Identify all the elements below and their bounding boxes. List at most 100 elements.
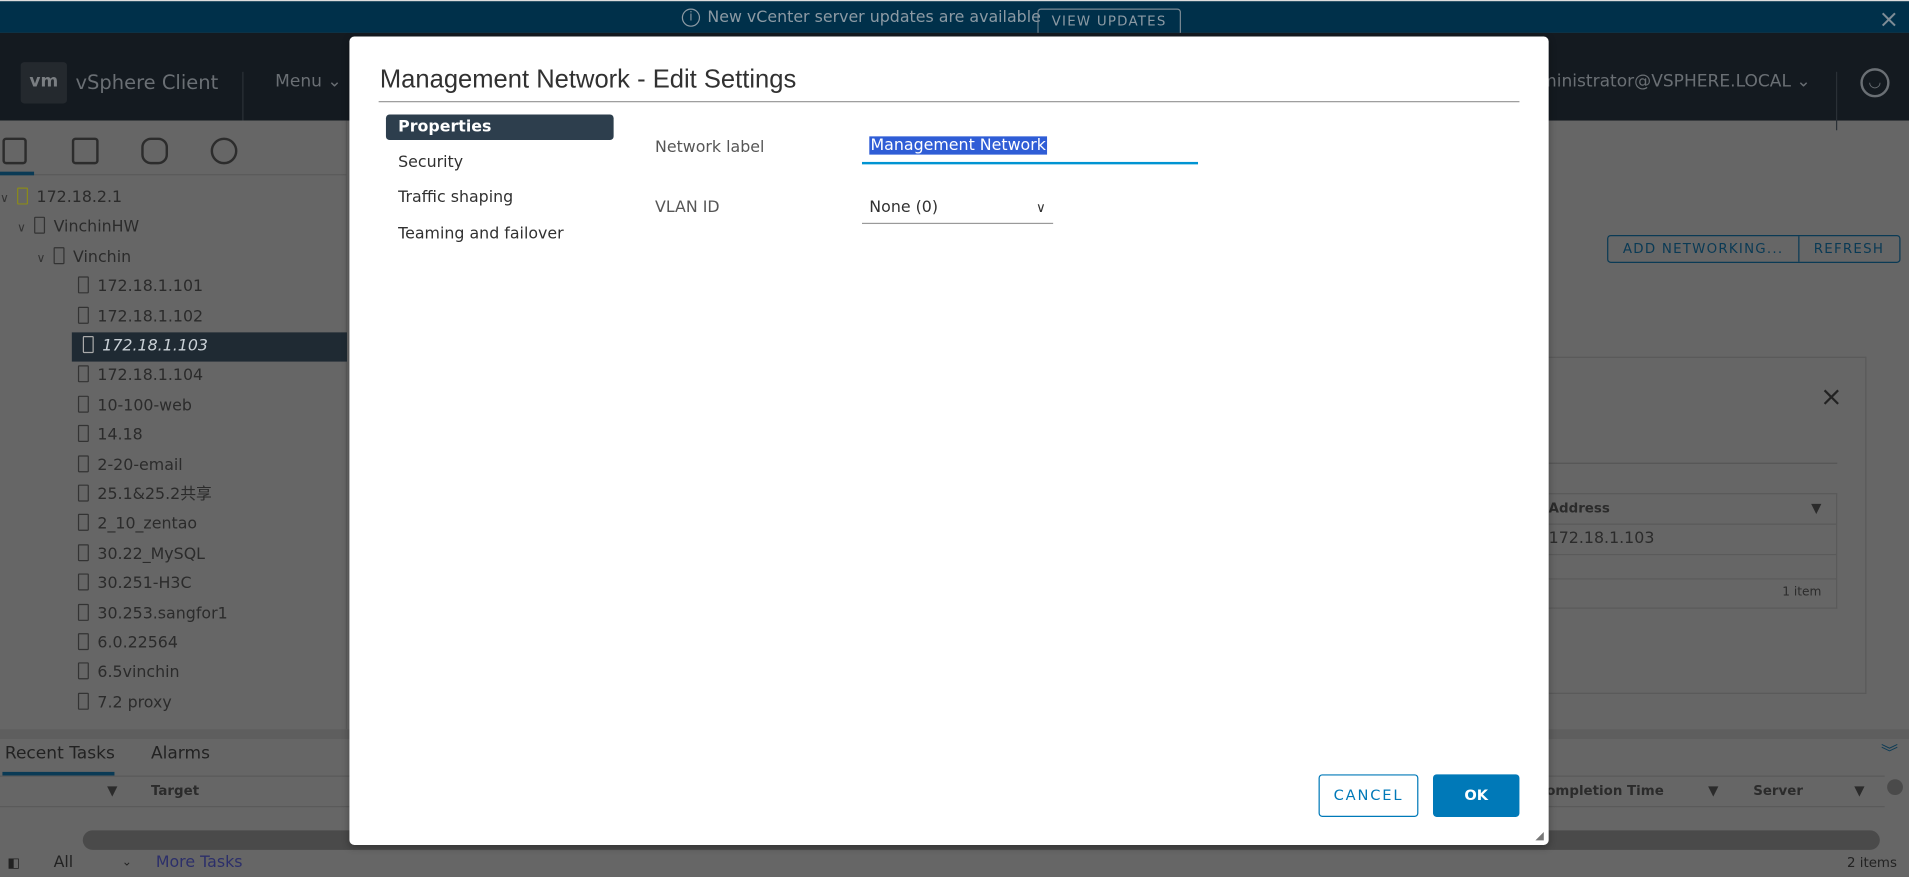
hosts-clusters-icon[interactable] — [2, 137, 27, 165]
tree-item[interactable]: 30.22_MySQL — [0, 540, 347, 569]
tasks-footer: ◧ All ⌄ More Tasks 2 items — [0, 851, 1909, 877]
refresh-button[interactable]: REFRESH — [1797, 236, 1899, 262]
tree-item[interactable]: 30.253.sangfor1 — [0, 600, 347, 629]
host-icon — [82, 336, 94, 354]
nav-teaming-failover[interactable]: Teaming and failover — [386, 222, 614, 248]
networking-icon[interactable] — [210, 137, 238, 165]
view-updates-button[interactable]: VIEW UPDATES — [1037, 8, 1181, 35]
host-icon — [77, 365, 89, 383]
banner-message: i New vCenter server updates are availabl… — [681, 8, 1041, 27]
dialog-title: Management Network - Edit Settings — [379, 65, 797, 94]
vm-icon — [77, 425, 89, 443]
items-count: 2 items — [1846, 854, 1897, 871]
nav-security[interactable]: Security — [386, 150, 614, 176]
tree-item[interactable]: 6.0.22564 — [0, 629, 347, 658]
column-address: Address — [1548, 500, 1610, 517]
vm-icon — [77, 395, 89, 413]
add-networking-button[interactable]: ADD NETWORKING... — [1608, 236, 1798, 262]
tree-item[interactable]: 2-20-email — [0, 451, 347, 480]
more-tasks-link[interactable]: More Tasks — [156, 851, 243, 875]
nav-traffic-shaping[interactable]: Traffic shaping — [386, 185, 614, 211]
close-icon[interactable]: × — [1820, 382, 1842, 412]
chevron-down-icon[interactable]: ∨ — [0, 185, 17, 214]
network-label-label: Network label — [655, 138, 765, 158]
active-tab-indicator — [0, 171, 35, 176]
divider — [378, 101, 1520, 103]
tree-item[interactable]: ∨ 172.18.2.1 — [0, 184, 347, 213]
tree-item[interactable]: 7.2 proxy — [0, 689, 347, 718]
tab-recent-tasks[interactable]: Recent Tasks — [5, 744, 115, 763]
tree-item-label: Vinchin — [73, 248, 132, 267]
scrollbar-thumb[interactable] — [1887, 779, 1903, 796]
network-label-input[interactable]: Management Network — [861, 136, 1199, 165]
vm-icon — [77, 633, 89, 651]
table-row[interactable]: 172.18.1.103 — [1548, 525, 1836, 556]
app-name: vSphere Client — [75, 70, 219, 94]
tree-item[interactable]: 25.1&25.2共享 — [0, 481, 347, 510]
divider — [1548, 462, 1838, 464]
filter-icon[interactable]: ▼ — [107, 777, 117, 806]
tree-item[interactable]: 30.251-H3C — [0, 570, 347, 599]
cancel-button[interactable]: CANCEL — [1318, 774, 1419, 817]
tree-item-label: 30.253.sangfor1 — [97, 604, 228, 623]
banner-text: New vCenter server updates are available — [707, 8, 1041, 27]
chevron-down-icon[interactable]: ∨ — [37, 244, 54, 273]
edit-settings-dialog: Management Network - Edit Settings Prope… — [349, 36, 1549, 845]
chevron-down-icon: ⌄ — [1796, 71, 1811, 92]
column-target: Target — [150, 782, 200, 799]
resize-handle-icon[interactable]: ◢ — [1535, 830, 1543, 842]
tree-item[interactable]: 172.18.1.102 — [0, 303, 347, 332]
close-banner-icon[interactable]: × — [1879, 4, 1899, 33]
tree-item[interactable]: 172.18.1.104 — [0, 362, 347, 391]
menu-dropdown[interactable]: Menu ⌄ — [275, 72, 342, 91]
tree-item[interactable]: 6.5vinchin — [0, 659, 347, 688]
tree-item[interactable]: 2_10_zentao — [0, 511, 347, 540]
vlan-id-value: None (0) — [869, 198, 939, 217]
tree-item-label: 14.18 — [97, 426, 143, 445]
menu-label: Menu — [275, 71, 322, 92]
tree-item[interactable]: 10-100-web — [0, 392, 347, 421]
filter-icon[interactable]: ▼ — [1708, 777, 1718, 806]
filter-icon[interactable]: ▼ — [1854, 777, 1864, 806]
update-banner: i New vCenter server updates are availabl… — [0, 0, 1909, 35]
tab-alarms[interactable]: Alarms — [151, 744, 210, 763]
tree-item-label: 30.22_MySQL — [97, 545, 205, 564]
filter-select[interactable]: All — [54, 851, 74, 875]
user-menu[interactable]: ministrator@VSPHERE.LOCAL ⌄ — [1540, 72, 1811, 91]
vm-icon — [77, 662, 89, 680]
chevron-down-icon: ⌄ — [327, 71, 342, 92]
storage-icon[interactable] — [141, 137, 169, 165]
column-server: Server — [1753, 782, 1803, 799]
vlan-id-label: VLAN ID — [655, 198, 720, 217]
chevron-down-icon[interactable]: ∨ — [17, 215, 34, 244]
tree-item-label: 6.5vinchin — [97, 664, 180, 683]
vlan-id-select[interactable]: None (0) ∨ — [861, 195, 1054, 225]
vms-templates-icon[interactable] — [71, 137, 99, 165]
tree-item[interactable]: ∨ VinchinHW — [0, 214, 347, 243]
ok-button[interactable]: OK — [1432, 774, 1520, 817]
tree-item[interactable]: ∨ Vinchin — [0, 243, 347, 272]
chevron-down-icon[interactable]: ⌄ — [122, 851, 132, 875]
address-table: Address ▼ 172.18.1.103 1 item — [1548, 493, 1838, 609]
vm-icon — [77, 514, 89, 532]
column-toggle-icon[interactable]: ◧ — [7, 851, 20, 875]
tree-item-label: 172.18.1.104 — [97, 366, 204, 386]
tree-item-label: 2-20-email — [97, 456, 183, 475]
tree-item[interactable]: 172.18.1.103 — [71, 332, 347, 362]
network-label-value: Management Network — [869, 136, 1048, 155]
tree-item-label: 10-100-web — [97, 396, 192, 415]
item-count: 1 item — [1782, 585, 1822, 600]
user-label: ministrator@VSPHERE.LOCAL — [1540, 71, 1791, 92]
collapse-icon[interactable]: ︾ — [1881, 740, 1898, 764]
tree-item[interactable]: 14.18 — [0, 421, 347, 450]
datacenter-icon — [53, 246, 65, 264]
filter-icon[interactable]: ▼ — [1811, 494, 1821, 523]
vm-icon — [77, 573, 89, 591]
divider — [1835, 71, 1838, 131]
tree-item-label: 172.18.1.101 — [97, 277, 204, 297]
feedback-smiley-icon[interactable]: ◡ — [1860, 68, 1890, 98]
nav-properties[interactable]: Properties — [385, 114, 614, 141]
tree-item[interactable]: 172.18.1.101 — [0, 273, 347, 302]
vm-icon — [77, 484, 89, 502]
tree-item-label: VinchinHW — [53, 218, 140, 237]
